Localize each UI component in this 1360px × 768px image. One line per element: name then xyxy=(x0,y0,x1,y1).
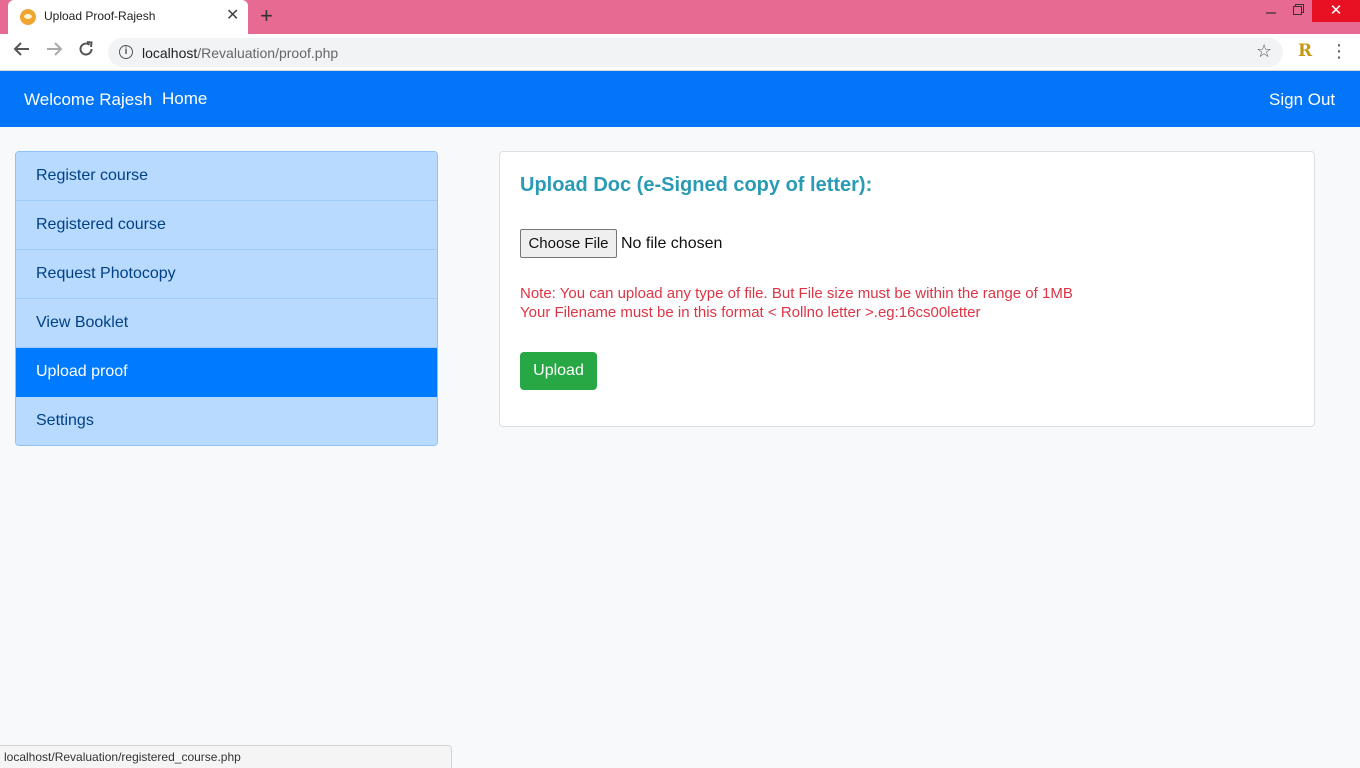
url-text: localhost/Revaluation/proof.php xyxy=(142,45,339,61)
note-line-format: Your Filename must be in this format < R… xyxy=(520,304,981,321)
sign-out-link[interactable]: Sign Out xyxy=(1269,90,1335,110)
browser-menu-icon[interactable]: ⋮ xyxy=(1330,40,1348,62)
sidebar-item-registered-course[interactable]: Registered course xyxy=(16,201,437,250)
file-status-text: No file chosen xyxy=(621,235,723,252)
status-url: localhost/Revaluation/registered_course.… xyxy=(4,750,241,764)
forward-arrow-icon[interactable] xyxy=(42,40,66,64)
bookmark-star-icon[interactable]: ☆ xyxy=(1256,41,1272,62)
upload-card: Upload Doc (e-Signed copy of letter): Ch… xyxy=(499,151,1315,427)
welcome-brand[interactable]: Welcome Rajesh xyxy=(24,90,152,110)
app-navbar: Welcome Rajesh Home Sign Out xyxy=(0,71,1360,127)
note-line-size: Note: You can upload any type of file. B… xyxy=(520,285,1073,302)
sidebar-item-view-booklet[interactable]: View Booklet xyxy=(16,299,437,348)
minimize-icon[interactable] xyxy=(1258,0,1284,22)
upload-button[interactable]: Upload xyxy=(520,352,597,390)
address-bar[interactable]: i localhost/Revaluation/proof.php ☆ xyxy=(108,38,1283,67)
back-arrow-icon[interactable] xyxy=(10,40,34,64)
reload-icon[interactable] xyxy=(74,40,98,64)
restore-icon[interactable] xyxy=(1285,0,1311,22)
info-icon[interactable]: i xyxy=(119,45,133,59)
browser-tab[interactable]: Upload Proof-Rajesh ✕ xyxy=(8,0,248,34)
browser-toolbar: i localhost/Revaluation/proof.php ☆ xyxy=(0,34,1360,71)
nav-home-link[interactable]: Home xyxy=(162,89,207,109)
sidebar-item-settings[interactable]: Settings xyxy=(16,397,437,445)
sidebar-item-register-course[interactable]: Register course xyxy=(16,152,437,201)
sidebar-item-request-photocopy[interactable]: Request Photocopy xyxy=(16,250,437,299)
window-close-icon[interactable]: ✕ xyxy=(1312,0,1360,22)
upload-title: Upload Doc (e-Signed copy of letter): xyxy=(520,174,873,196)
browser-titlebar: Upload Proof-Rajesh ✕ + ✕ xyxy=(0,0,1360,34)
status-bar: localhost/Revaluation/registered_course.… xyxy=(0,745,452,768)
favicon-icon xyxy=(20,9,36,25)
tab-close-icon[interactable]: ✕ xyxy=(226,7,239,25)
new-tab-button[interactable]: + xyxy=(260,5,273,27)
sidebar-item-upload-proof[interactable]: Upload proof xyxy=(16,348,437,397)
sidebar-menu: Register course Registered course Reques… xyxy=(15,151,438,446)
choose-file-button[interactable]: Choose File xyxy=(520,229,617,258)
upload-note: Note: You can upload any type of file. B… xyxy=(520,284,1073,322)
tab-title: Upload Proof-Rajesh xyxy=(44,9,156,23)
extension-icon[interactable]: R xyxy=(1298,41,1312,61)
